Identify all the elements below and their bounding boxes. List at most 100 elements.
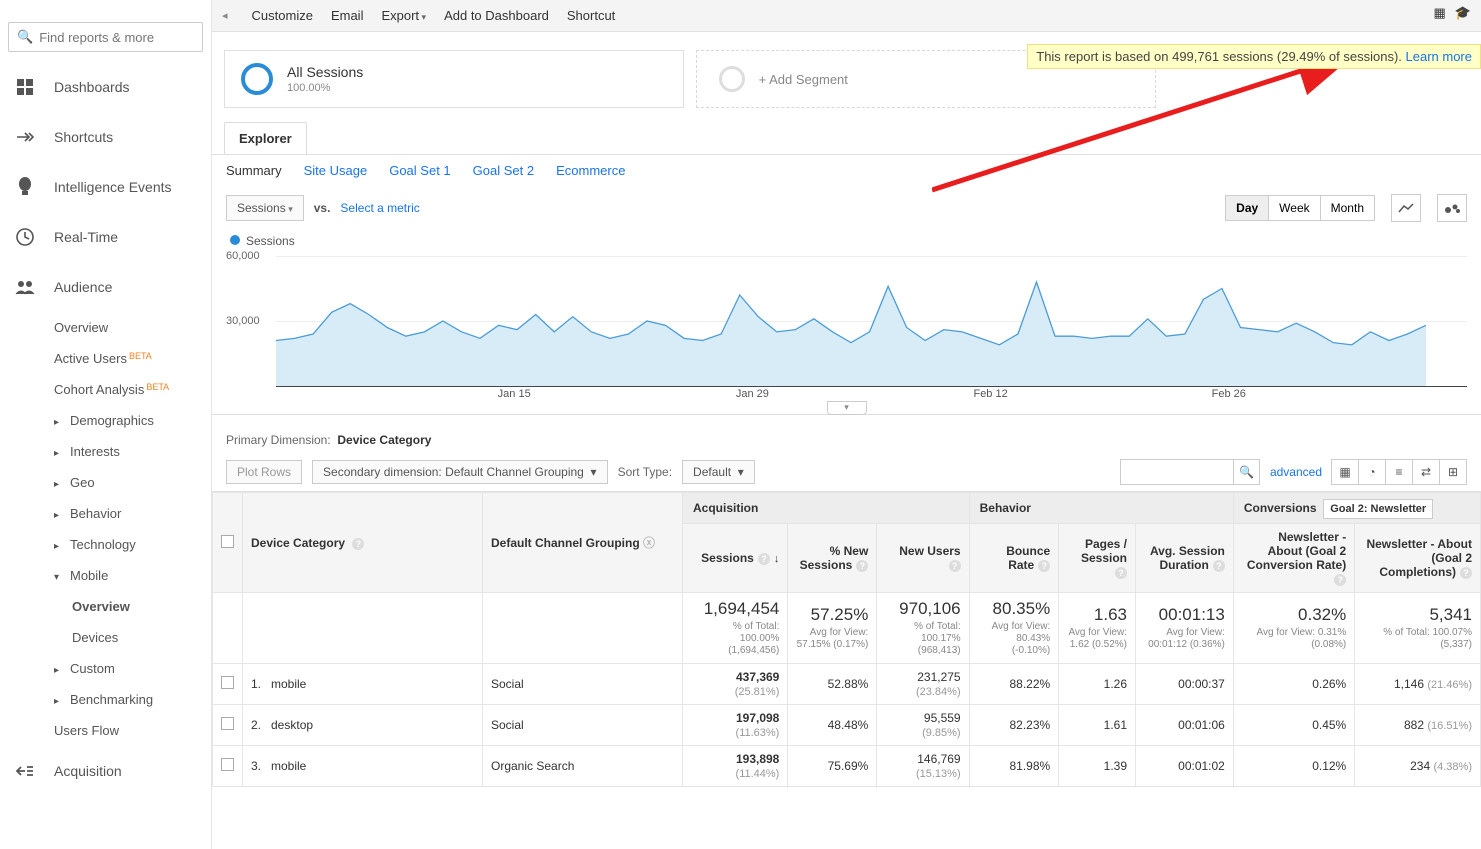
segment-subtitle: 100.00%	[287, 82, 363, 94]
sampling-notice: This report is based on 499,761 sessions…	[1027, 44, 1481, 69]
view-comparison-icon[interactable]: ⇄	[1412, 459, 1440, 485]
subtab-goal-set-2[interactable]: Goal Set 2	[473, 163, 534, 178]
nav-shortcuts[interactable]: Shortcuts	[0, 112, 211, 162]
chart-legend: Sessions	[226, 230, 1467, 250]
chart-resize-handle[interactable]: ▾	[827, 401, 867, 415]
legend-label: Sessions	[246, 234, 295, 248]
sidebar-item-cohort-analysis[interactable]: Cohort AnalysisBETA	[54, 374, 211, 405]
sidebar-item-users-flow[interactable]: Users Flow	[54, 715, 211, 746]
shortcut-icon	[14, 126, 36, 148]
select-metric-link[interactable]: Select a metric	[340, 201, 419, 215]
nav-real-time[interactable]: Real-Time	[0, 212, 211, 262]
subtabs: Summary Site Usage Goal Set 1 Goal Set 2 Eco…	[212, 154, 1481, 186]
row-checkbox[interactable]	[221, 676, 234, 689]
time-granularity: DayWeekMonth	[1226, 195, 1375, 221]
subtab-ecommerce[interactable]: Ecommerce	[556, 163, 625, 178]
segment-circle-icon	[241, 63, 273, 95]
search-input[interactable]	[39, 30, 194, 45]
sidebar-item-behavior[interactable]: Behavior	[54, 498, 211, 529]
collapse-sidebar-icon[interactable]: ◂	[222, 9, 228, 22]
sidebar-item-demographics[interactable]: Demographics	[54, 405, 211, 436]
view-performance-icon[interactable]: ≡	[1385, 459, 1413, 485]
sort-type-select[interactable]: Default ▾	[682, 460, 755, 484]
explorer-tab-container: Explorer	[224, 122, 1481, 154]
nav-acquisition[interactable]: Acquisition	[0, 746, 211, 796]
nav-label: Audience	[54, 279, 112, 295]
sidebar-item-overview[interactable]: Overview	[54, 312, 211, 343]
sessions-chart[interactable]: 60,00030,000	[226, 256, 1467, 386]
acquisition-icon	[14, 760, 36, 782]
nav-intelligence-events[interactable]: Intelligence Events	[0, 162, 211, 212]
sidebar-item-active-users[interactable]: Active UsersBETA	[54, 343, 211, 374]
learn-more-link[interactable]: Learn more	[1406, 49, 1472, 64]
chart-area: Sessions 60,00030,000 Jan 15Jan 29Feb 12…	[212, 230, 1481, 415]
sidebar-item-overview[interactable]: Overview	[54, 591, 211, 622]
nav-label: Dashboards	[54, 79, 130, 95]
apps-grid-icon[interactable]: ▦	[1434, 5, 1445, 21]
topbar-add-to-dashboard[interactable]: Add to Dashboard	[444, 8, 549, 23]
table-toolbar: Plot Rows Secondary dimension: Default C…	[212, 453, 1481, 492]
row-checkbox[interactable]	[221, 717, 234, 730]
dashboard-icon	[14, 76, 36, 98]
nav-label: Acquisition	[54, 763, 122, 779]
segment-all-sessions[interactable]: All Sessions 100.00%	[224, 50, 684, 108]
notice-text: This report is based on 499,761 sessions…	[1036, 49, 1405, 64]
help-icon[interactable]: ?	[352, 538, 364, 550]
topbar-export[interactable]: Export	[381, 8, 426, 23]
segment-title: All Sessions	[287, 64, 363, 80]
graduation-icon[interactable]: 🎓	[1455, 5, 1471, 21]
sidebar-item-mobile[interactable]: Mobile	[54, 560, 211, 591]
secondary-dim-select[interactable]: Secondary dimension: Default Channel Gro…	[312, 460, 608, 484]
sort-arrow-icon[interactable]: ↓	[774, 553, 780, 565]
topbar-customize[interactable]: Customize	[252, 8, 313, 23]
nav-label: Intelligence Events	[54, 179, 172, 195]
advanced-filter-link[interactable]: advanced	[1270, 465, 1322, 479]
topbar-shortcut[interactable]: Shortcut	[567, 8, 615, 23]
time-day[interactable]: Day	[1225, 195, 1269, 221]
table-row[interactable]: 2. desktopSocial197,098 (11.63%)48.48%95…	[213, 705, 1481, 746]
topbar-email[interactable]: Email	[331, 8, 364, 23]
sidebar-item-custom[interactable]: Custom	[54, 653, 211, 684]
view-pie-icon[interactable]: ◔	[1358, 459, 1386, 485]
nav-label: Real-Time	[54, 229, 118, 245]
sidebar-item-benchmarking[interactable]: Benchmarking	[54, 684, 211, 715]
table-search[interactable]: 🔍	[1120, 459, 1260, 485]
x-axis-ticks: Jan 15Jan 29Feb 12Feb 26	[276, 386, 1467, 404]
nav-dashboards[interactable]: Dashboards	[0, 62, 211, 112]
plot-rows-button[interactable]: Plot Rows	[226, 460, 302, 484]
row-checkbox[interactable]	[221, 758, 234, 771]
vs-label: vs.	[314, 201, 331, 215]
nav-audience[interactable]: Audience	[0, 262, 211, 312]
chart-type-motion-icon[interactable]	[1437, 194, 1467, 222]
add-segment-label: + Add Segment	[759, 72, 848, 87]
time-week[interactable]: Week	[1268, 195, 1320, 221]
subtab-goal-set-1[interactable]: Goal Set 1	[389, 163, 450, 178]
table-row[interactable]: 3. mobileOrganic Search193,898 (11.44%)7…	[213, 746, 1481, 787]
primary-dim-label: Primary Dimension:	[226, 433, 331, 447]
subtab-site-usage[interactable]: Site Usage	[304, 163, 368, 178]
table-view-buttons: ▦ ◔ ≡ ⇄ ⊞	[1332, 459, 1467, 485]
chart-type-line-icon[interactable]	[1391, 194, 1421, 222]
sidebar-item-interests[interactable]: Interests	[54, 436, 211, 467]
sidebar-item-technology[interactable]: Technology	[54, 529, 211, 560]
view-pivot-icon[interactable]: ⊞	[1439, 459, 1467, 485]
table-row[interactable]: 1. mobileSocial437,369 (25.81%)52.88%231…	[213, 664, 1481, 705]
remove-dim-icon[interactable]: ⓧ	[643, 536, 655, 550]
view-table-icon[interactable]: ▦	[1331, 459, 1359, 485]
xtick: Jan 29	[736, 388, 769, 400]
primary-metric-select[interactable]: Sessions	[226, 195, 304, 221]
sidebar-item-geo[interactable]: Geo	[54, 467, 211, 498]
primary-dim-value[interactable]: Device Category	[337, 433, 431, 447]
topbar: ◂ Customize Email Export Add to Dashboard Sh…	[212, 0, 1481, 32]
search-box[interactable]: 🔍	[8, 22, 203, 52]
explorer-tab[interactable]: Explorer	[224, 122, 307, 154]
magnify-icon[interactable]: 🔍	[1233, 460, 1259, 484]
bulb-icon	[14, 176, 36, 198]
subtab-summary[interactable]: Summary	[226, 163, 282, 178]
main-area: ◂ Customize Email Export Add to Dashboard Sh…	[212, 0, 1481, 849]
goal-select[interactable]: Goal 2: Newsletter	[1323, 499, 1433, 519]
select-all-checkbox[interactable]	[221, 535, 234, 548]
time-month[interactable]: Month	[1320, 195, 1375, 221]
sidebar-item-devices[interactable]: Devices	[54, 622, 211, 653]
sidebar: 🔍 Dashboards Shortcuts Intelligence Events…	[0, 0, 212, 849]
